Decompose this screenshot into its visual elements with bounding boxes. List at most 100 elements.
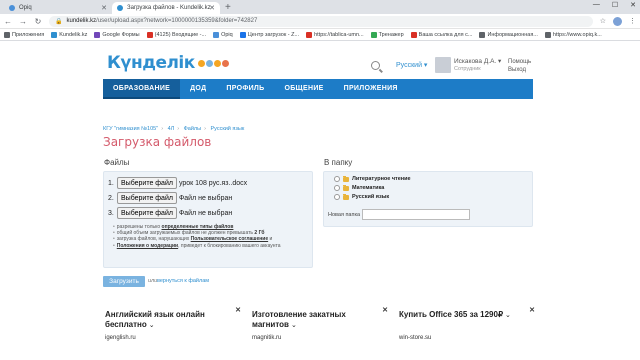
file-status: урок 108 рус.яз..docx	[178, 179, 248, 187]
close-icon[interactable]: ✕	[235, 306, 241, 314]
file-status: Файл не выбран	[178, 209, 233, 217]
radio-button[interactable]	[334, 194, 340, 200]
folder-icon	[343, 184, 349, 191]
main-nav: ОБРАЗОВАНИЕ ДОД ПРОФИЛЬ ОБЩЕНИЕ ПРИЛОЖЕН…	[103, 79, 533, 99]
file-row: 2. Выберите файл Файл не выбран	[108, 192, 232, 204]
ad-url[interactable]: igenglish.ru	[105, 335, 136, 341]
logout-link[interactable]: Выход	[508, 66, 531, 74]
help-link[interactable]: Помощь	[508, 58, 531, 66]
files-section-title: Файлы	[104, 158, 130, 167]
user-avatar[interactable]	[435, 57, 451, 73]
forward-arrow-icon[interactable]: →	[19, 17, 27, 26]
folder-item[interactable]: Русский язык	[334, 193, 389, 200]
back-to-files-link[interactable]: вернуться к файлам	[157, 278, 209, 284]
url-host: kundelik.kz	[66, 18, 97, 24]
folder-section-title: В папку	[324, 158, 353, 167]
new-folder-input[interactable]	[362, 209, 470, 220]
bookmark-icon	[410, 31, 417, 38]
language-selector[interactable]: Русский ▾	[396, 61, 427, 69]
ad-title[interactable]: Изготовление закатных магнитов	[252, 310, 346, 329]
nav-profile[interactable]: ПРОФИЛЬ	[216, 79, 274, 99]
site-header: Күнделік Русский ▾ Искакова Д.А. ▾ Сотру…	[103, 47, 533, 79]
user-agreement-link[interactable]: Пользовательское соглашение	[191, 236, 268, 242]
radio-button[interactable]	[334, 176, 340, 182]
choose-file-button[interactable]: Выберите файл	[117, 177, 177, 189]
bookmark-icon	[94, 31, 101, 38]
bookmark-tablica[interactable]: https://tablica-umn...	[306, 31, 364, 38]
browser-tab-kundelik[interactable]: Загрузка файлов - Kundelik.kz ✕	[112, 2, 220, 14]
menu-dots-icon[interactable]: ⋮	[629, 17, 636, 25]
close-icon[interactable]: ✕	[101, 4, 107, 12]
bookmark-google-forms[interactable]: Google Формы	[94, 31, 140, 38]
browser-tab-opiq[interactable]: Opiq ✕	[4, 2, 112, 14]
ad-url[interactable]: win-store.su	[399, 335, 431, 341]
maximize-button[interactable]: ☐	[612, 1, 618, 9]
bookmark-zoom[interactable]: Центр загрузок - Z...	[239, 31, 299, 38]
ad-title[interactable]: Купить Office 365 за 1290₽	[399, 310, 503, 319]
bookmark-inbox[interactable]: (4125) Входящие -...	[146, 31, 206, 38]
radio-button[interactable]	[334, 185, 340, 191]
bookmark-info[interactable]: Информационная...	[479, 31, 538, 38]
ad-url[interactable]: magnitik.ru	[252, 335, 281, 341]
close-icon[interactable]: ✕	[382, 306, 388, 314]
bookmark-icon	[479, 31, 486, 38]
address-bar[interactable]: 🔒 kundelik.kz /user/upload.aspx?network=…	[49, 15, 593, 27]
rule-item: Положения о модерации, приведет к блокир…	[117, 243, 314, 249]
search-icon[interactable]	[371, 61, 380, 70]
bookmark-icon	[51, 31, 58, 38]
bookmark-icon	[146, 31, 153, 38]
nav-dod[interactable]: ДОД	[180, 79, 216, 99]
opiq-favicon-icon	[9, 5, 15, 11]
folder-item[interactable]: Литературное чтение	[334, 175, 411, 182]
minimize-button[interactable]: —	[593, 1, 600, 9]
lock-icon: 🔒	[55, 18, 63, 25]
chevron-down-icon: ⌄	[505, 312, 511, 319]
new-tab-button[interactable]: +	[225, 2, 231, 14]
breadcrumb-class[interactable]: 4Л	[168, 126, 175, 132]
upload-button[interactable]: Загрузить	[103, 276, 145, 287]
close-icon[interactable]: ✕	[209, 4, 215, 12]
star-icon[interactable]: ☆	[600, 17, 606, 25]
ad-block[interactable]: Изготовление закатных магнитов ⌄ magnitik…	[250, 306, 390, 360]
profile-avatar[interactable]	[613, 16, 622, 26]
close-icon[interactable]: ✕	[529, 306, 535, 314]
bookmark-apps[interactable]: Приложения	[4, 31, 44, 38]
tab-title: Загрузка файлов - Kundelik.kz	[127, 5, 211, 11]
nav-communication[interactable]: ОБЩЕНИЕ	[274, 79, 333, 99]
folder-icon	[343, 175, 349, 182]
ad-block[interactable]: Купить Office 365 за 1290₽ ⌄ win-store.su…	[397, 306, 537, 360]
window-controls: — ☐ ✕	[593, 1, 636, 9]
folder-icon	[343, 193, 349, 200]
kundelik-logo[interactable]: Күнделік	[107, 53, 195, 73]
choose-file-button[interactable]: Выберите файл	[117, 207, 177, 219]
reload-icon[interactable]: ↻	[34, 17, 42, 26]
new-folder-label: Новая папка	[328, 212, 361, 218]
bookmarks-bar: Приложения Kundelik.kz Google Формы (412…	[0, 29, 640, 41]
nav-apps[interactable]: ПРИЛОЖЕНИЯ	[334, 79, 408, 99]
bookmark-opiq-kz[interactable]: https://www.opiq.k...	[544, 31, 602, 38]
kundelik-favicon-icon	[117, 5, 123, 11]
logo-characters-icon	[198, 60, 229, 67]
user-name[interactable]: Искакова Д.А. ▾	[454, 57, 501, 65]
back-arrow-icon[interactable]: ←	[4, 17, 12, 26]
folder-panel: Литературное чтение Математика Русский я…	[323, 171, 533, 227]
ad-block[interactable]: Английский язык онлайн бесплатно ⌄ igengl…	[103, 306, 243, 360]
upload-rules: разрешены только определенные типы файло…	[117, 224, 314, 249]
breadcrumb-school[interactable]: КГУ "гимназия №105"	[103, 126, 158, 132]
folder-item[interactable]: Математика	[334, 184, 384, 191]
breadcrumb-subject[interactable]: Русский язык	[210, 126, 244, 132]
ad-title[interactable]: Английский язык онлайн бесплатно	[105, 310, 205, 329]
bookmark-link[interactable]: Ваша ссылка для с...	[410, 31, 472, 38]
bookmark-kundelik[interactable]: Kundelik.kz	[51, 31, 87, 38]
choose-file-button[interactable]: Выберите файл	[117, 192, 177, 204]
page-title: Загрузка файлов	[103, 135, 212, 149]
tab-strip: Opiq ✕ Загрузка файлов - Kundelik.kz ✕ +…	[0, 0, 640, 14]
window-close-button[interactable]: ✕	[630, 1, 636, 9]
moderation-link[interactable]: Положения о модерации	[117, 243, 178, 249]
nav-education[interactable]: ОБРАЗОВАНИЕ	[103, 79, 181, 99]
breadcrumb-files[interactable]: Файлы	[184, 126, 201, 132]
bookmark-opiq[interactable]: Opiq	[213, 31, 233, 38]
bookmark-trainer[interactable]: Тренажер	[370, 31, 404, 38]
browser-toolbar: ← → ↻ 🔒 kundelik.kz /user/upload.aspx?ne…	[0, 14, 640, 29]
file-status: Файл не выбран	[178, 194, 233, 202]
